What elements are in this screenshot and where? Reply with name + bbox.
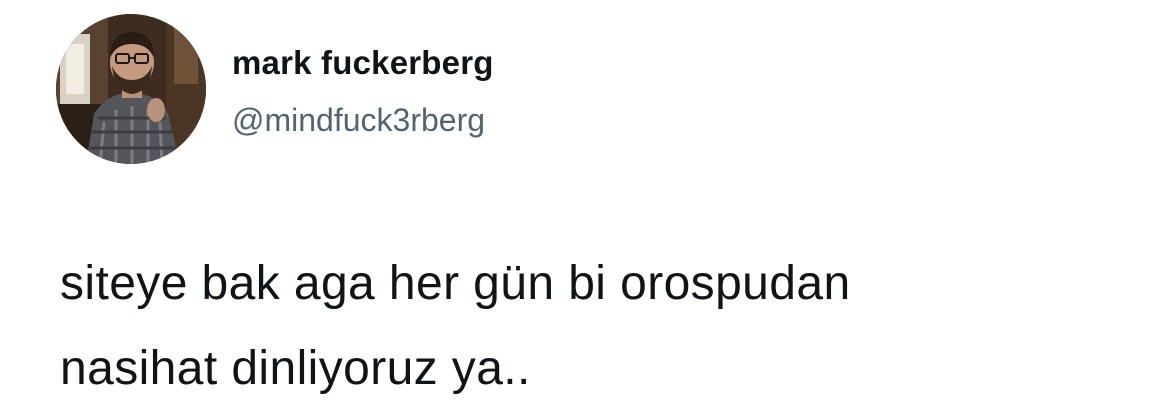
tweet-text: siteye bak aga her gün bi orospudan nasi…: [60, 241, 1140, 411]
tweet-card: mark fuckerberg @mindfuck3rberg siteye b…: [0, 0, 1170, 406]
author-handle[interactable]: @mindfuck3rberg: [232, 102, 485, 139]
tweet-text-line: nasihat dinliyoruz ya..: [60, 342, 531, 395]
tweet-text-line: siteye bak aga her gün bi orospudan: [60, 257, 851, 310]
author-avatar[interactable]: [56, 14, 206, 164]
author-display-name[interactable]: mark fuckerberg: [232, 44, 494, 82]
avatar-photo-icon: [56, 14, 206, 164]
